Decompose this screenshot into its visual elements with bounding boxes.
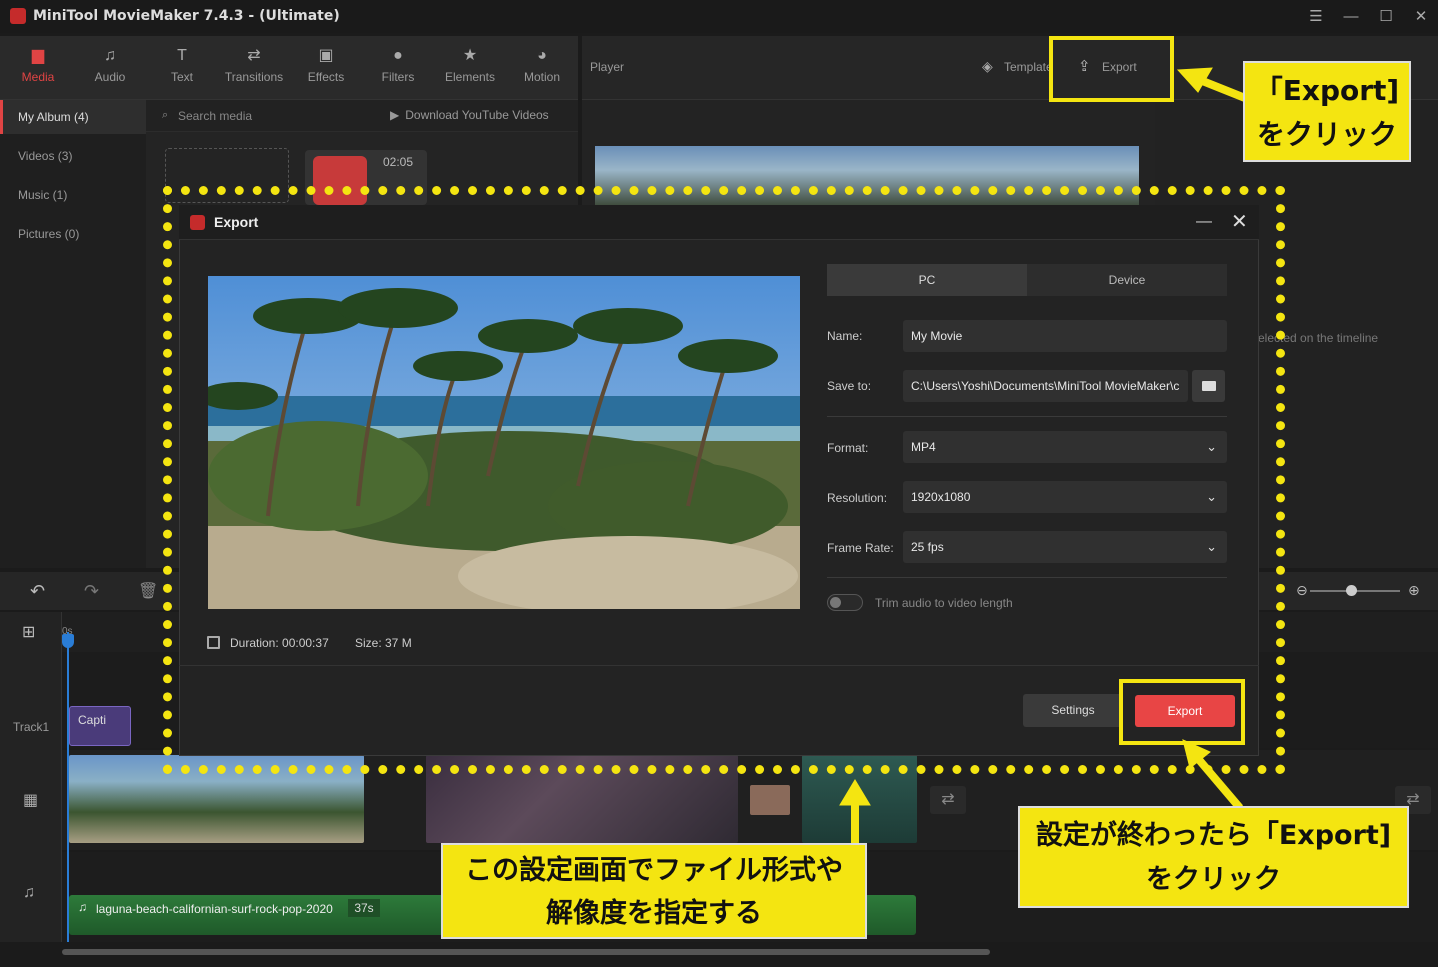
- annotation-bottom-callout: 設定が終わったら「Export] をクリック: [1018, 806, 1409, 908]
- annotation-text: をクリック: [1146, 864, 1281, 895]
- annotation-text: この設定画面でファイル形式や: [465, 855, 843, 886]
- annotation-text: 設定が終わったら「Export]: [1035, 820, 1392, 851]
- annotation-text: をクリック: [1256, 118, 1397, 151]
- annotation-text: 「Export]: [1254, 74, 1400, 107]
- annotation-text: 解像度を指定する: [546, 898, 762, 929]
- annotation-top-callout: 「Export] をクリック: [1243, 61, 1411, 162]
- app-window: MiniTool MovieMaker 7.4.3 - (Ultimate) ☰…: [0, 0, 1438, 967]
- annotation-center-callout: この設定画面でファイル形式や 解像度を指定する: [441, 843, 867, 939]
